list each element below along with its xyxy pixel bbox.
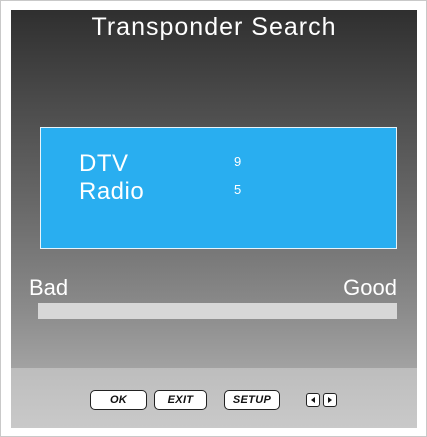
exit-button[interactable]: EXIT <box>154 390 207 410</box>
setup-button[interactable]: SETUP <box>224 390 280 410</box>
signal-quality-bar <box>38 303 397 319</box>
signal-quality-labels: Bad Good <box>11 273 417 303</box>
right-arrow-icon[interactable] <box>323 393 337 407</box>
ok-button[interactable]: OK <box>90 390 147 410</box>
left-arrow-icon[interactable] <box>306 393 320 407</box>
dtv-count: 9 <box>234 154 242 169</box>
screen-frame: Transponder Search DTV 9 Radio 5 Bad Goo… <box>0 0 427 437</box>
signal-bad-label: Bad <box>29 275 69 300</box>
radio-label: Radio <box>79 178 145 205</box>
transponder-search-panel: Transponder Search DTV 9 Radio 5 Bad Goo… <box>11 10 417 428</box>
dtv-label: DTV <box>79 150 129 177</box>
channel-count-box: DTV 9 Radio 5 <box>40 127 397 249</box>
key-hint-bar: OK EXIT SETUP <box>11 368 417 428</box>
signal-good-label: Good <box>343 275 397 300</box>
page-title: Transponder Search <box>91 13 337 41</box>
radio-count: 5 <box>234 182 242 197</box>
